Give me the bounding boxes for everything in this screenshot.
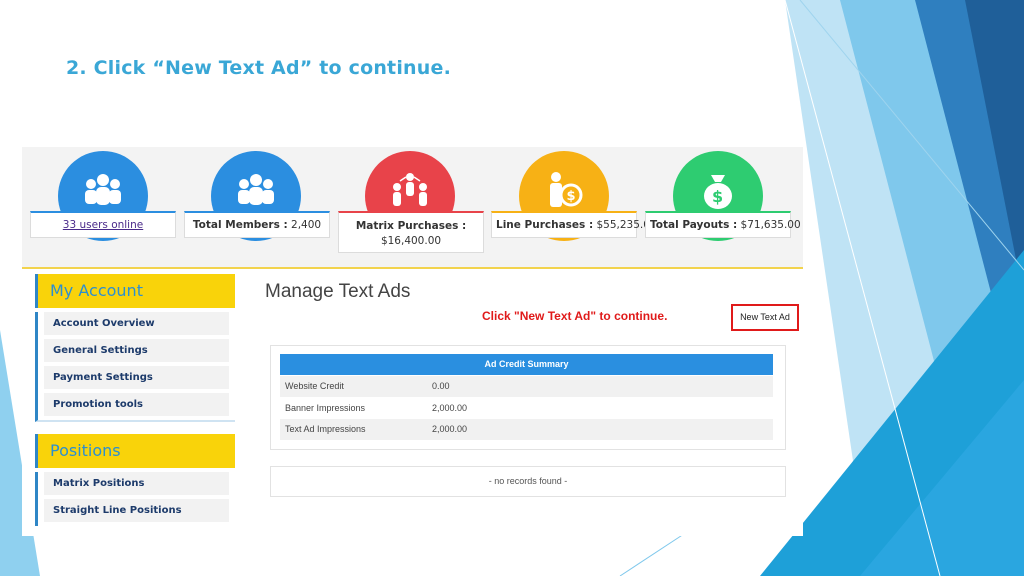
row-value: 0.00 (432, 381, 450, 391)
sidebar-heading-positions: Positions (35, 434, 235, 468)
total-members-box: Total Members : 2,400 (184, 211, 330, 238)
sidebar-positions-list: Matrix Positions Straight Line Positions (35, 472, 235, 526)
slide-title: 2. Click “New Text Ad” to continue. (66, 57, 452, 79)
svg-text:$: $ (712, 187, 723, 206)
sidebar-heading-my-account: My Account (35, 274, 235, 308)
row-value: 2,000.00 (432, 424, 468, 434)
sidebar-item-promotion-tools[interactable]: Promotion tools (44, 393, 229, 416)
row-label: Text Ad Impressions (285, 424, 366, 434)
stats-bar: 33 users online Total Members : 2,400 Ma… (22, 147, 803, 269)
total-members-value: 2,400 (291, 219, 322, 231)
sidebar: My Account Account Overview General Sett… (35, 274, 235, 526)
sidebar-item-general-settings[interactable]: General Settings (44, 339, 229, 362)
page-title: Manage Text Ads (265, 281, 411, 302)
users-online-link[interactable]: 33 users online (30, 211, 176, 238)
total-payouts-box: Total Payouts : $71,635.00 (645, 211, 801, 238)
sidebar-item-account-overview[interactable]: Account Overview (44, 312, 229, 335)
row-value: 2,000.00 (432, 403, 468, 413)
table-row: Text Ad Impressions 2,000.00 (280, 419, 773, 440)
total-payouts-label: Total Payouts : (650, 219, 738, 231)
matrix-purchases-box: Matrix Purchases : $16,400.00 (338, 211, 484, 253)
new-text-ad-button[interactable]: New Text Ad (731, 304, 799, 331)
svg-text:$: $ (567, 189, 576, 204)
table-row: Banner Impressions 2,000.00 (280, 398, 773, 419)
sidebar-account-list: Account Overview General Settings Paymen… (35, 312, 235, 422)
row-label: Website Credit (285, 381, 344, 391)
summary-heading: Ad Credit Summary (280, 354, 773, 375)
table-row: Website Credit 0.00 (280, 376, 773, 397)
app-screenshot: 33 users online Total Members : 2,400 Ma… (22, 147, 803, 536)
matrix-purchases-label: Matrix Purchases : (355, 220, 467, 232)
sidebar-item-straight-line-positions[interactable]: Straight Line Positions (44, 499, 229, 522)
instruction-text: Click "New Text Ad" to continue. (482, 309, 668, 323)
row-label: Banner Impressions (285, 403, 366, 413)
no-records-message: - no records found - (270, 466, 786, 497)
matrix-purchases-value: $16,400.00 (380, 235, 442, 247)
line-purchases-box: Line Purchases : $55,235.00 (491, 211, 657, 238)
total-payouts-value: $71,635.00 (740, 219, 801, 231)
users-online-label[interactable]: 33 users online (63, 219, 143, 231)
sidebar-item-matrix-positions[interactable]: Matrix Positions (44, 472, 229, 495)
line-purchases-label: Line Purchases : (496, 219, 594, 231)
total-members-label: Total Members : (192, 219, 288, 231)
sidebar-item-payment-settings[interactable]: Payment Settings (44, 366, 229, 389)
ad-credit-summary-panel: Ad Credit Summary Website Credit 0.00 Ba… (270, 345, 786, 450)
